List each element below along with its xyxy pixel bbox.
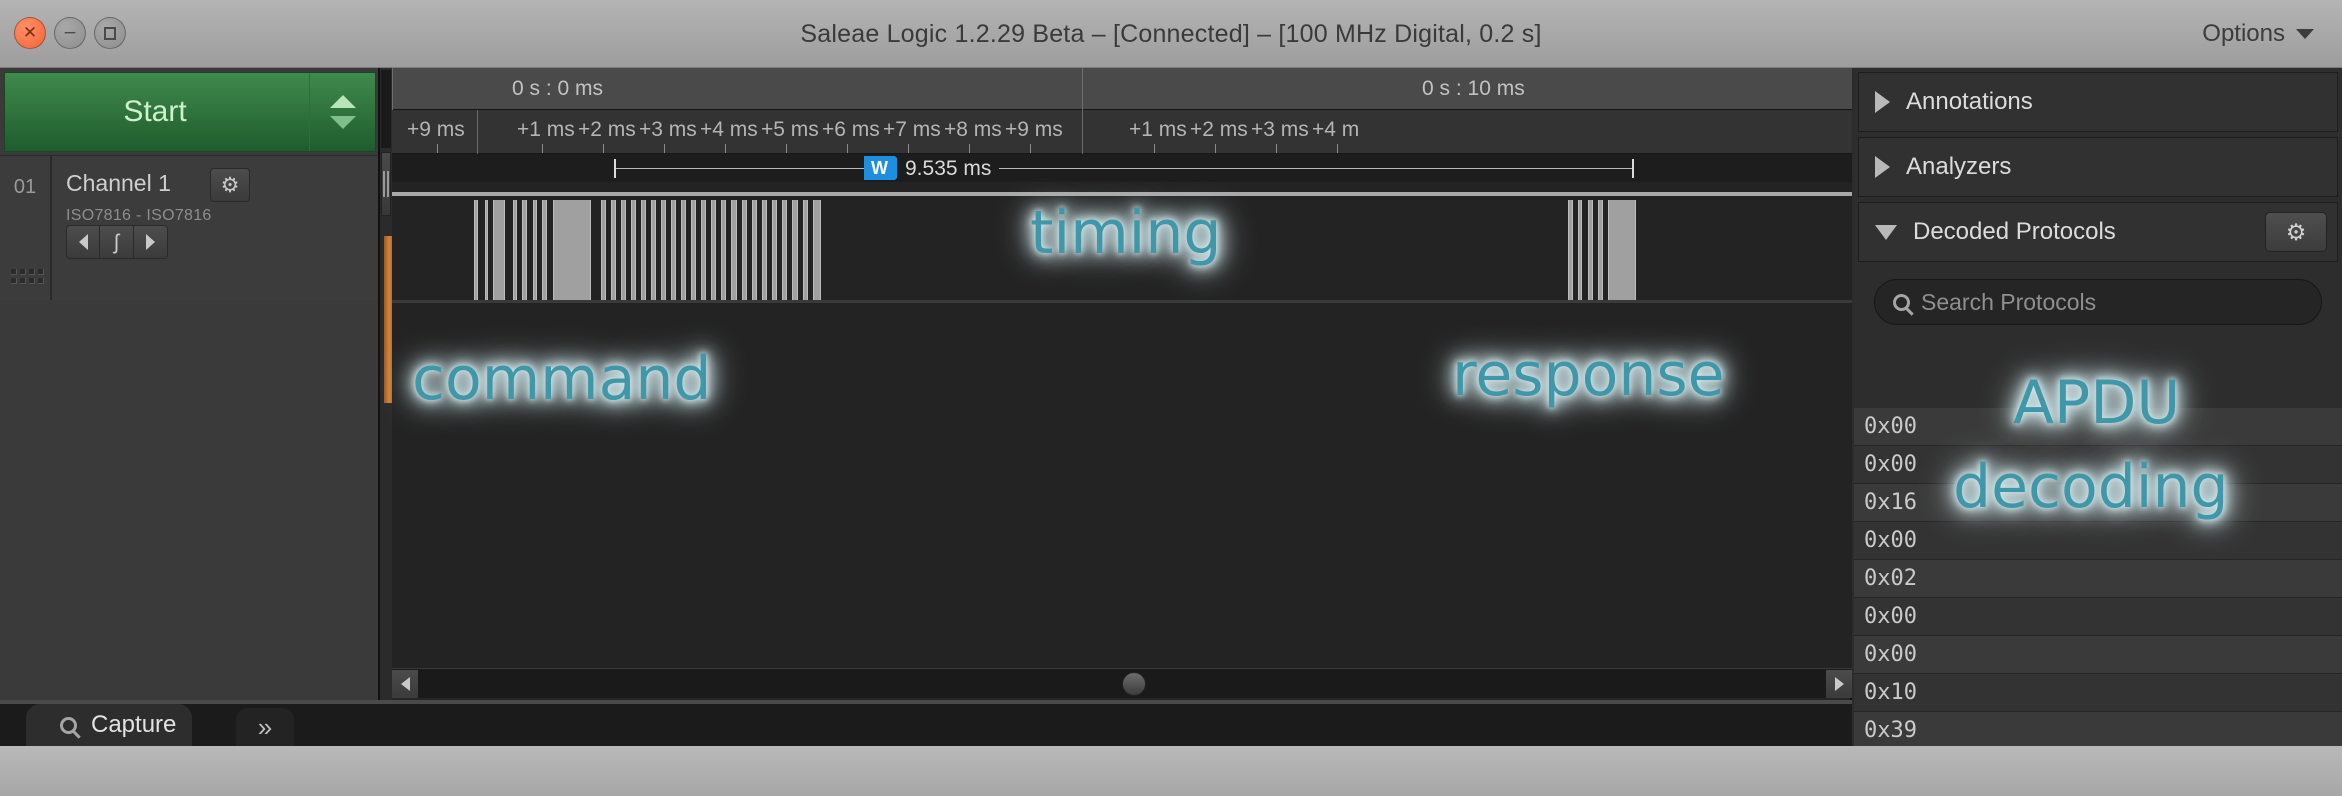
channel-nav-group: ʃ — [66, 225, 378, 259]
sidebar-section-label: Analyzers — [1906, 153, 2012, 180]
chevron-up-icon[interactable] — [329, 95, 356, 108]
options-menu-button[interactable]: Options — [2202, 10, 2314, 58]
chevron-right-icon[interactable] — [1875, 91, 1890, 113]
minor-tick-label: +9 ms — [407, 118, 465, 141]
decoded-protocols-settings-button[interactable]: ⚙ — [2265, 212, 2327, 252]
arrow-left-icon — [400, 676, 410, 691]
tab-capture-label: Capture — [91, 711, 177, 738]
waveform-canvas[interactable] — [392, 182, 1852, 668]
minor-tick-label: +5 ms — [761, 118, 819, 141]
minor-tick-label: +8 ms — [944, 118, 1002, 141]
main-body: Start 01 Channel 1 ISO7816 - ISO7816 ⚙ ʃ… — [0, 68, 2342, 788]
prev-edge-button[interactable] — [66, 225, 100, 259]
sidebar-section-analyzers[interactable]: Analyzers — [1858, 137, 2338, 197]
measure-span-line — [616, 168, 1634, 169]
start-button-label: Start — [123, 95, 187, 128]
chevron-down-icon[interactable] — [1875, 224, 1897, 240]
start-capture-button[interactable]: Start — [4, 72, 376, 152]
tab-capture[interactable]: Capture — [26, 704, 193, 746]
list-item[interactable]: 0x00 — [1854, 598, 2342, 636]
gear-icon: ⚙ — [220, 173, 240, 197]
list-item[interactable]: 0x10 — [1854, 674, 2342, 712]
sidebar-section-decoded-protocols[interactable]: Decoded Protocols ⚙ — [1858, 202, 2338, 262]
search-icon — [1893, 293, 1910, 311]
chevron-right-icon[interactable] — [1875, 156, 1890, 178]
horizontal-scrollbar[interactable] — [392, 668, 1852, 698]
waveform-pane: 0 s : 0 ms 0 s : 10 ms +9 ms +1 ms +2 ms… — [392, 68, 1852, 700]
list-item[interactable]: 0x16 — [1854, 484, 2342, 522]
window-footer — [0, 746, 2342, 796]
list-item[interactable]: 0x00 — [1854, 408, 2342, 446]
next-edge-button[interactable] — [134, 225, 168, 259]
sidebar: Annotations Analyzers Decoded Protocols … — [1854, 68, 2342, 788]
waveform-idle-level — [392, 192, 1852, 196]
options-label: Options — [2202, 20, 2285, 47]
waveform-baseline — [392, 300, 1852, 303]
major-tick-label: 0 s : 0 ms — [512, 77, 604, 100]
arrow-right-icon — [1834, 676, 1844, 691]
measurement-value: 9.535 ms — [897, 157, 1000, 181]
channel-waveform-lane[interactable] — [392, 188, 1852, 303]
bottom-tab-bar: Capture » — [0, 700, 1852, 746]
channel-settings-button[interactable]: ⚙ — [210, 168, 250, 202]
scroll-right-button[interactable] — [1826, 669, 1852, 698]
expand-panel-button[interactable]: » — [236, 708, 294, 746]
search-protocols-wrap: Search Protocols — [1854, 267, 2342, 335]
minor-tick-label: +2 ms — [1190, 118, 1248, 141]
capture-settings-stepper[interactable] — [309, 73, 375, 151]
window-title: Saleae Logic 1.2.29 Beta – [Connected] –… — [800, 19, 1542, 48]
timeline-major-ruler[interactable]: 0 s : 0 ms 0 s : 10 ms — [392, 68, 1852, 110]
measure-end-cap — [1632, 159, 1634, 178]
scroll-left-button[interactable] — [392, 669, 418, 698]
application-window: ✕ − Saleae Logic 1.2.29 Beta – [Connecte… — [0, 0, 2342, 796]
channel-panel: Start 01 Channel 1 ISO7816 - ISO7816 ⚙ ʃ — [0, 68, 380, 700]
sidebar-section-annotations[interactable]: Annotations — [1858, 72, 2338, 132]
tab-bar-divider — [0, 700, 1852, 704]
minor-tick-label: +4 ms — [700, 118, 758, 141]
search-icon — [60, 716, 77, 734]
minor-tick-label: +4 m — [1312, 118, 1360, 141]
minor-tick-label: +9 ms — [1005, 118, 1063, 141]
minor-tick-label: +6 ms — [822, 118, 880, 141]
sidebar-section-label: Decoded Protocols — [1913, 218, 2116, 245]
minor-tick-label: +7 ms — [883, 118, 941, 141]
list-item[interactable]: 0x02 — [1854, 560, 2342, 598]
chevron-down-icon[interactable] — [329, 116, 356, 129]
arrow-left-icon — [78, 234, 88, 250]
channel-index: 01 — [0, 156, 52, 300]
minor-tick-label: +1 ms — [517, 118, 575, 141]
list-item[interactable]: 0x00 — [1854, 446, 2342, 484]
arrow-right-icon — [146, 234, 155, 250]
title-bar: ✕ − Saleae Logic 1.2.29 Beta – [Connecte… — [0, 0, 2342, 68]
zoom-rail-thumb[interactable] — [381, 152, 391, 216]
search-protocols-field[interactable]: Search Protocols — [1874, 279, 2322, 325]
minor-tick-label: +2 ms — [578, 118, 636, 141]
decoded-protocols-list[interactable]: 0x00 0x00 0x16 0x00 0x02 0x00 0x00 0x10 … — [1854, 408, 2342, 788]
scrollbar-track[interactable] — [418, 670, 1826, 698]
scrollbar-thumb[interactable] — [1122, 671, 1146, 696]
measurement-bar[interactable]: W 9.535 ms — [392, 154, 1852, 182]
drag-handle-icon[interactable] — [11, 269, 44, 284]
width-marker-label: W — [871, 157, 888, 178]
chevron-double-right-icon: » — [257, 712, 273, 742]
channel-details: Channel 1 ISO7816 - ISO7816 ⚙ ʃ — [52, 156, 378, 300]
major-tick-label: 0 s : 10 ms — [1422, 77, 1525, 100]
list-item[interactable]: 0x00 — [1854, 636, 2342, 674]
minor-tick-label: +3 ms — [639, 118, 697, 141]
timeline-minor-ruler[interactable]: +9 ms +1 ms +2 ms +3 ms +4 ms +5 ms +6 m… — [392, 110, 1852, 154]
channel-analyzer-label: ISO7816 - ISO7816 — [66, 207, 212, 224]
search-placeholder: Search Protocols — [1921, 288, 2097, 315]
chevron-down-icon — [2296, 29, 2314, 39]
minor-tick-label: +3 ms — [1251, 118, 1309, 141]
channel-row[interactable]: 01 Channel 1 ISO7816 - ISO7816 ⚙ ʃ — [0, 155, 378, 300]
edge-trigger-button[interactable]: ʃ — [100, 225, 134, 259]
gear-icon: ⚙ — [2285, 218, 2307, 245]
sidebar-section-label: Annotations — [1906, 88, 2033, 115]
minor-tick-label: +1 ms — [1129, 118, 1187, 141]
list-item[interactable]: 0x00 — [1854, 522, 2342, 560]
width-marker-tag[interactable]: W — [864, 156, 906, 180]
zoom-rail-track — [381, 70, 391, 148]
list-item[interactable]: 0x39 — [1854, 712, 2342, 750]
edge-icon: ʃ — [114, 230, 119, 254]
